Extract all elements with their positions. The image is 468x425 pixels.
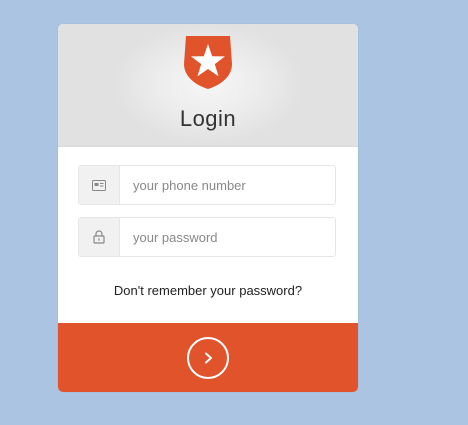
- password-field[interactable]: [78, 217, 336, 257]
- chevron-right-icon: [187, 337, 229, 379]
- phone-card-icon: [79, 166, 120, 204]
- lock-icon: [79, 218, 120, 256]
- auth0-shield-star-icon: [184, 36, 232, 89]
- submit-button[interactable]: [58, 323, 358, 392]
- page-title: Login: [179, 106, 237, 131]
- forgot-password-link[interactable]: Don't remember your password?: [58, 283, 358, 298]
- phone-input[interactable]: [133, 166, 329, 204]
- phone-field[interactable]: [78, 165, 336, 205]
- login-card: Login Don't remember your password?: [58, 24, 358, 392]
- password-input[interactable]: [133, 218, 329, 256]
- login-header: Login: [58, 24, 358, 147]
